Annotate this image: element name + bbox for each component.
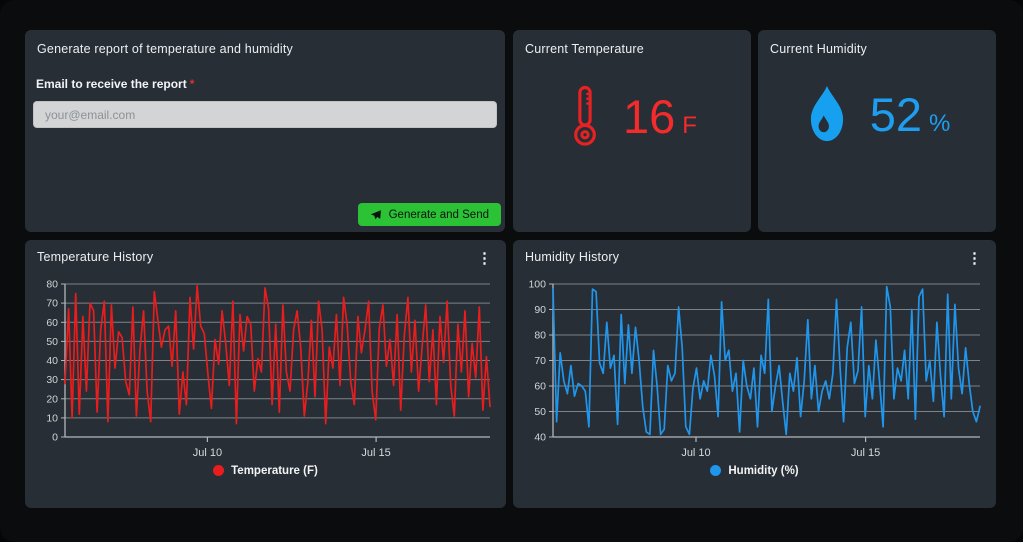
- current-humidity-body: 52%: [758, 84, 996, 144]
- humidity-legend-dot: [710, 465, 721, 476]
- current-temperature-title: Current Temperature: [513, 30, 751, 56]
- current-humidity-panel: Current Humidity 52%: [758, 30, 996, 232]
- svg-text:100: 100: [528, 278, 546, 290]
- temperature-legend-label: Temperature (F): [231, 465, 318, 477]
- svg-text:80: 80: [46, 278, 58, 290]
- current-temperature-panel: Current Temperature 16 F: [513, 30, 751, 232]
- generate-and-send-label: Generate and Send: [389, 209, 489, 221]
- svg-text:50: 50: [534, 406, 546, 418]
- humidity-legend-item[interactable]: Humidity (%): [513, 465, 996, 477]
- humidity-history-panel: Humidity History ⋮ 40 50 60 70 80 90 100 Jul 10…: [513, 240, 996, 508]
- humidity-history-header: Humidity History ⋮: [513, 240, 996, 266]
- report-panel: Generate report of temperature and humid…: [25, 30, 505, 232]
- temperature-legend-dot: [213, 465, 224, 476]
- svg-text:40: 40: [46, 355, 58, 367]
- water-drop-icon: [804, 84, 850, 144]
- send-paper-plane-icon: [370, 209, 382, 221]
- current-temperature-unit: F: [682, 112, 697, 139]
- current-humidity-value: 52: [870, 88, 922, 141]
- email-input[interactable]: [33, 101, 497, 128]
- generate-and-send-button[interactable]: Generate and Send: [358, 203, 501, 226]
- svg-text:10: 10: [46, 412, 58, 424]
- email-label-text: Email to receive the report: [36, 77, 187, 91]
- current-humidity-value-group: 52%: [870, 91, 951, 138]
- svg-text:60: 60: [46, 316, 58, 328]
- svg-text:30: 30: [46, 374, 58, 386]
- humidity-legend-label: Humidity (%): [728, 465, 798, 477]
- kebab-menu-icon[interactable]: ⋮: [475, 250, 494, 266]
- svg-text:70: 70: [46, 297, 58, 309]
- temperature-history-header: Temperature History ⋮: [25, 240, 506, 266]
- svg-text:Jul 10: Jul 10: [681, 447, 710, 458]
- svg-text:20: 20: [46, 393, 58, 405]
- svg-text:90: 90: [534, 304, 546, 316]
- required-marker: *: [190, 77, 195, 91]
- thermometer-icon: [567, 84, 603, 148]
- current-humidity-title: Current Humidity: [758, 30, 996, 56]
- current-temperature-body: 16 F: [513, 84, 751, 148]
- temperature-legend-item[interactable]: Temperature (F): [25, 465, 506, 477]
- svg-text:50: 50: [46, 335, 58, 347]
- temperature-history-title: Temperature History: [37, 250, 153, 264]
- kebab-menu-icon[interactable]: ⋮: [965, 250, 984, 266]
- humidity-history-title: Humidity History: [525, 250, 619, 264]
- svg-text:40: 40: [534, 431, 546, 443]
- svg-text:60: 60: [534, 380, 546, 392]
- svg-text:0: 0: [52, 431, 58, 443]
- dashboard: Generate report of temperature and humid…: [0, 0, 1023, 542]
- current-humidity-unit: %: [929, 110, 950, 137]
- current-temperature-value-group: 16 F: [623, 93, 697, 140]
- temperature-history-panel: Temperature History ⋮ 0 10 20 30 40 50 60 70 80 J…: [25, 240, 506, 508]
- humidity-history-chart: 40 50 60 70 80 90 100 Jul 10 Jul 15: [513, 268, 996, 458]
- svg-text:Jul 15: Jul 15: [361, 447, 390, 458]
- svg-text:80: 80: [534, 329, 546, 341]
- temperature-history-chart: 0 10 20 30 40 50 60 70 80 Jul 10 Jul 15: [25, 268, 506, 458]
- email-label: Email to receive the report*: [36, 77, 494, 91]
- svg-text:Jul 10: Jul 10: [193, 447, 222, 458]
- report-panel-title: Generate report of temperature and humid…: [25, 30, 505, 56]
- svg-text:70: 70: [534, 355, 546, 367]
- current-temperature-value: 16: [623, 90, 675, 143]
- svg-text:Jul 15: Jul 15: [851, 447, 880, 458]
